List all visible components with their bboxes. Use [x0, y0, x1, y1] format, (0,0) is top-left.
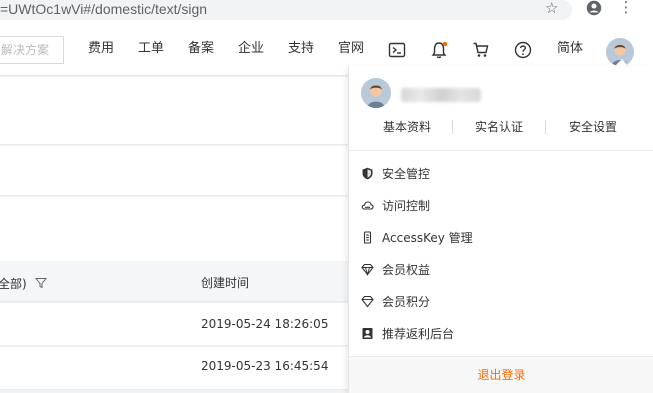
browser-toolbar: =UWtOc1wVi#/domestic/text/sign ☆ ⋮ — [0, 0, 653, 22]
menu-item-access-control[interactable]: 访问控制 — [349, 190, 653, 222]
account-tabs: 基本资料 实名认证 安全设置 — [349, 114, 653, 140]
menu-divider — [349, 150, 653, 151]
account-dropdown: 基本资料 实名认证 安全设置 安全管控 访问控制 AccessKey 管理 会员… — [348, 58, 653, 393]
content-section-toolbar — [0, 197, 348, 261]
account-avatar — [361, 78, 391, 108]
status-filter-label: 全部) — [0, 277, 27, 291]
table-row[interactable]: 2019-05-23 16:45:54 — [0, 347, 348, 390]
account-circle-icon[interactable] — [584, 0, 604, 16]
nav-item-billing[interactable]: 费用 — [88, 22, 114, 76]
menu-item-label: 推荐返利后台 — [382, 327, 455, 341]
menu-item-label: 安全管控 — [382, 167, 431, 181]
menu-item-member-points[interactable]: 会员积分 — [349, 286, 653, 318]
menu-item-member-benefits[interactable]: 会员权益 — [349, 254, 653, 286]
search-field[interactable] — [0, 36, 64, 64]
address-bar[interactable]: =UWtOc1wVi#/domestic/text/sign — [0, 0, 572, 20]
tab-basic-info[interactable]: 基本资料 — [359, 114, 455, 140]
terminal-icon[interactable] — [388, 41, 406, 59]
kebab-menu-icon[interactable]: ⋮ — [617, 0, 635, 16]
tab-real-name[interactable]: 实名认证 — [451, 114, 547, 140]
diamond-icon — [361, 263, 374, 276]
menu-item-label: 会员权益 — [382, 263, 431, 277]
portrait-icon — [362, 328, 373, 339]
bell-icon[interactable] — [430, 41, 448, 59]
menu-item-label: 访问控制 — [382, 199, 431, 213]
content-section-header — [0, 77, 348, 145]
redacted-username — [401, 88, 481, 102]
nav-item-icp[interactable]: 备案 — [188, 22, 214, 76]
shield-icon — [362, 167, 373, 180]
table-row[interactable]: 2019-05-24 18:26:05 — [0, 303, 348, 346]
help-icon[interactable] — [514, 41, 532, 59]
star-icon[interactable]: ☆ — [545, 0, 558, 16]
menu-item-referral-rebate[interactable]: 推荐返利后台 — [349, 318, 653, 350]
status-filter-header[interactable]: 全部) — [0, 275, 47, 292]
tab-security-settings[interactable]: 安全设置 — [545, 114, 641, 140]
menu-item-label: 会员积分 — [382, 295, 431, 309]
menu-item-security-control[interactable]: 安全管控 — [349, 158, 653, 190]
logout-button[interactable]: 退出登录 — [349, 356, 653, 393]
menu-item-label: AccessKey 管理 — [382, 231, 473, 245]
nav-item-tickets[interactable]: 工单 — [138, 22, 164, 76]
table-header: 全部) 创建时间 — [0, 262, 348, 302]
cloud-icon — [361, 201, 374, 210]
diamond-outline-icon — [361, 295, 374, 308]
url-text[interactable]: =UWtOc1wVi#/domestic/text/sign — [0, 0, 207, 18]
search-input[interactable] — [0, 37, 63, 63]
content-section-filter — [0, 146, 348, 196]
nav-item-support[interactable]: 支持 — [288, 22, 314, 76]
created-time-cell: 2019-05-24 18:26:05 — [201, 317, 329, 331]
user-portrait-icon — [361, 78, 391, 108]
nav-item-enterprise[interactable]: 企业 — [238, 22, 264, 76]
key-icon — [363, 231, 372, 244]
cart-icon[interactable] — [472, 41, 490, 59]
created-time-cell: 2019-05-23 16:45:54 — [201, 359, 329, 373]
notification-dot — [442, 41, 448, 47]
filter-icon[interactable] — [34, 277, 47, 289]
column-header-created: 创建时间 — [201, 276, 250, 290]
menu-item-accesskey[interactable]: AccessKey 管理 — [349, 222, 653, 254]
